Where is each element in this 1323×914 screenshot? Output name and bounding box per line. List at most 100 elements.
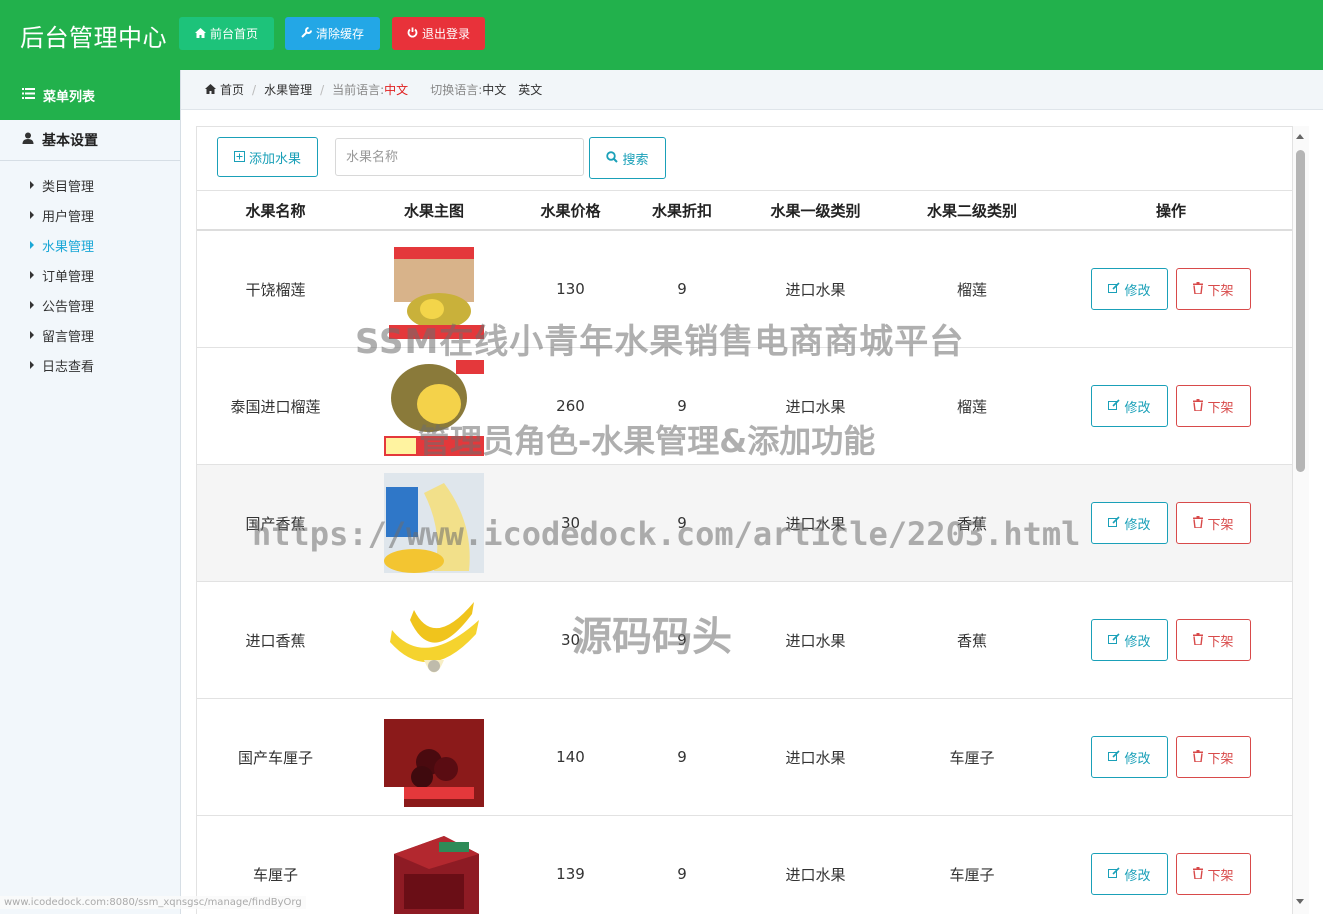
menu-list-header: 菜单列表 — [0, 70, 180, 120]
frontend-home-button[interactable]: 前台首页 — [179, 17, 274, 50]
edit-label: 修改 — [1124, 633, 1151, 649]
edit-label: 修改 — [1124, 867, 1151, 883]
caret-right-icon — [30, 331, 34, 339]
fruit-discount-cell: 9 — [627, 464, 737, 582]
fruit-price-cell: 140 — [514, 698, 627, 816]
current-language-value: 中文 — [384, 83, 409, 97]
remove-label: 下架 — [1207, 750, 1234, 766]
sidebar-item-orders[interactable]: 订单管理 — [0, 260, 180, 290]
breadcrumb-separator: / — [320, 82, 325, 97]
table-row: 车厘子 139 9 进口水果 车厘子 修改 下架 — [197, 815, 1292, 914]
home-icon — [194, 27, 206, 41]
sidebar: 菜单列表 基本设置 类目管理 用户管理 水果管理 订单管理 公告管理 留言管理 … — [0, 70, 181, 914]
sidebar-item-fruits[interactable]: 水果管理 — [0, 230, 180, 260]
sidebar-group-basic-settings[interactable]: 基本设置 — [0, 120, 180, 161]
current-language-label: 当前语言: — [332, 83, 385, 97]
fruit-category2-cell: 车厘子 — [894, 698, 1050, 816]
column-header: 水果价格 — [514, 190, 627, 231]
status-bar-url: www.icodedock.com:8080/ssm_xqnsgsc/manag… — [0, 896, 306, 909]
power-icon — [407, 27, 418, 41]
sidebar-item-label: 留言管理 — [42, 329, 95, 345]
fruit-category1-cell: 进口水果 — [737, 464, 894, 582]
column-header: 操作 — [1050, 190, 1292, 231]
home-icon — [205, 83, 216, 97]
user-icon — [22, 132, 34, 148]
remove-button[interactable]: 下架 — [1176, 385, 1251, 427]
top-header: 后台管理中心 前台首页 清除缓存 退出登录 — [0, 0, 1323, 70]
edit-button[interactable]: 修改 — [1091, 736, 1168, 778]
switch-language-en-link[interactable]: 英文 — [518, 81, 542, 98]
sidebar-item-label: 日志查看 — [42, 359, 95, 375]
app-title: 后台管理中心 — [20, 24, 167, 52]
row-actions: 修改 下架 — [1050, 268, 1292, 310]
sidebar-item-notices[interactable]: 公告管理 — [0, 290, 180, 320]
logout-button[interactable]: 退出登录 — [392, 17, 485, 50]
fruit-name-cell: 泰国进口榴莲 — [197, 347, 354, 465]
edit-button[interactable]: 修改 — [1091, 853, 1168, 895]
edit-icon — [1108, 749, 1121, 765]
remove-button[interactable]: 下架 — [1176, 619, 1251, 661]
remove-button[interactable]: 下架 — [1176, 268, 1251, 310]
edit-button[interactable]: 修改 — [1091, 502, 1168, 544]
fruit-name-cell: 国产车厘子 — [197, 698, 354, 816]
breadcrumb-home-link[interactable]: 首页 — [220, 81, 244, 98]
trash-icon — [1193, 749, 1204, 765]
breadcrumb-current: 水果管理 — [264, 83, 313, 97]
sidebar-item-label: 订单管理 — [42, 269, 95, 285]
fruit-category2-cell: 香蕉 — [894, 581, 1050, 699]
scroll-down-icon[interactable] — [1296, 899, 1304, 904]
scrollbar-thumb[interactable] — [1296, 150, 1305, 472]
caret-right-icon — [30, 211, 34, 219]
edit-button[interactable]: 修改 — [1091, 619, 1168, 661]
breadcrumb: 首页 / 水果管理 / 当前语言: 中文 切换语言: 中文 英文 — [181, 70, 1323, 110]
search-button[interactable]: 搜索 — [589, 137, 666, 179]
fruit-category1-cell: 进口水果 — [737, 698, 894, 816]
caret-right-icon — [30, 241, 34, 249]
caret-right-icon — [30, 361, 34, 369]
edit-icon — [1108, 398, 1121, 414]
trash-icon — [1193, 515, 1204, 531]
sidebar-item-messages[interactable]: 留言管理 — [0, 320, 180, 350]
fruit-category1-cell: 进口水果 — [737, 230, 894, 348]
sidebar-item-users[interactable]: 用户管理 — [0, 200, 180, 230]
trash-icon — [1193, 398, 1204, 414]
fruit-name-cell: 干饶榴莲 — [197, 230, 354, 348]
remove-label: 下架 — [1207, 633, 1234, 649]
switch-language-label: 切换语言: — [430, 83, 483, 97]
add-fruit-button[interactable]: 添加水果 — [217, 137, 318, 177]
logout-label: 退出登录 — [421, 27, 470, 41]
fruit-image — [384, 590, 484, 690]
edit-button[interactable]: 修改 — [1091, 385, 1168, 427]
toolbar: 添加水果 搜索 — [197, 127, 1292, 190]
remove-label: 下架 — [1207, 399, 1234, 415]
table-row: 泰国进口榴莲 260 9 进口水果 榴莲 修改 下架 — [197, 347, 1292, 465]
fruit-category2-cell: 车厘子 — [894, 815, 1050, 914]
fruit-price-cell: 30 — [514, 581, 627, 699]
fruit-name-search-input[interactable] — [335, 138, 584, 176]
row-actions: 修改 下架 — [1050, 385, 1292, 427]
fruit-image — [384, 707, 484, 807]
remove-button[interactable]: 下架 — [1176, 853, 1251, 895]
edit-button[interactable]: 修改 — [1091, 268, 1168, 310]
table-row: 国产香蕉 30 9 进口水果 香蕉 修改 下架 — [197, 464, 1292, 582]
fruit-category2-cell: 榴莲 — [894, 230, 1050, 348]
edit-label: 修改 — [1124, 750, 1151, 766]
fruit-price-cell: 130 — [514, 230, 627, 348]
fruit-category1-cell: 进口水果 — [737, 581, 894, 699]
sidebar-item-category[interactable]: 类目管理 — [0, 170, 180, 200]
trash-icon — [1193, 281, 1204, 297]
list-icon — [22, 87, 35, 103]
trash-icon — [1193, 866, 1204, 882]
remove-button[interactable]: 下架 — [1176, 502, 1251, 544]
caret-right-icon — [30, 181, 34, 189]
sidebar-item-logs[interactable]: 日志查看 — [0, 350, 180, 380]
fruit-discount-cell: 9 — [627, 698, 737, 816]
sidebar-item-label: 用户管理 — [42, 209, 95, 225]
frontend-home-label: 前台首页 — [209, 27, 258, 41]
clear-cache-button[interactable]: 清除缓存 — [285, 17, 380, 50]
switch-language-zh-link[interactable]: 中文 — [482, 81, 506, 98]
scroll-up-icon[interactable] — [1296, 134, 1304, 139]
menu-list-title: 菜单列表 — [43, 89, 96, 105]
fruit-category1-cell: 进口水果 — [737, 815, 894, 914]
remove-button[interactable]: 下架 — [1176, 736, 1251, 778]
